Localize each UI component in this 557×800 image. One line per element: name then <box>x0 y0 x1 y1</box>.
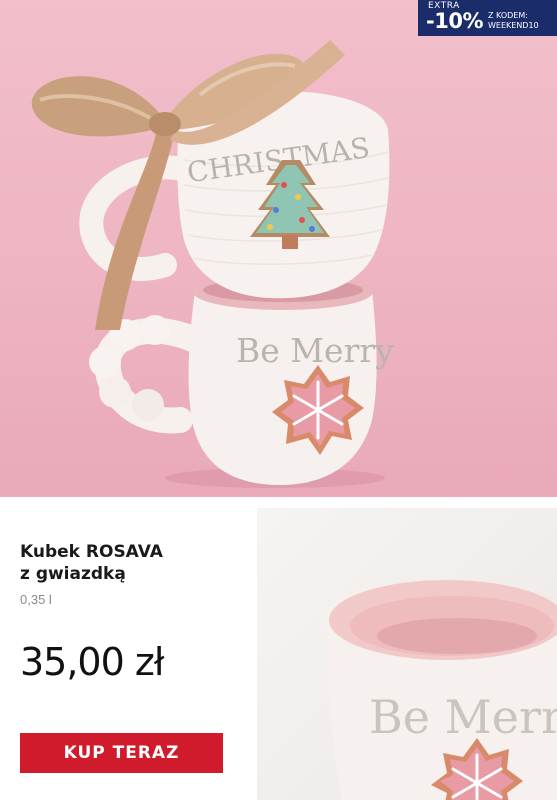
promo-banner[interactable]: EXTRA -10% Z KODEM: WEEKEND10 <box>418 0 557 36</box>
promo-code: WEEKEND10 <box>488 21 539 30</box>
product-title[interactable]: Kubek ROSAVA z gwiazdką <box>20 541 240 585</box>
promo-code-label: Z KODEM: <box>488 11 528 20</box>
promo-discount: -10% <box>426 9 483 33</box>
product-info-panel: Kubek ROSAVA z gwiazdką 0,35 l 35,00 zł … <box>0 497 257 800</box>
stacked-mugs-illustration: Be Merry CHRISTMAS <box>31 40 394 488</box>
product-price: 35,00 zł <box>20 640 165 684</box>
buy-now-button[interactable]: KUP TERAZ <box>20 733 223 773</box>
detail-mug-text: Be Merry <box>369 690 557 744</box>
product-title-line1: Kubek ROSAVA <box>20 542 163 562</box>
mug-bottom-text: Be Merry <box>236 331 394 370</box>
mug-closeup-illustration: Be Merry <box>326 580 557 800</box>
hero-product-image: Be Merry CHRISTMAS EXTRA -10% Z KODEM: W… <box>0 0 557 497</box>
product-detail-image: Be Merry <box>257 508 557 800</box>
product-title-line2: z gwiazdką <box>20 564 126 584</box>
product-volume: 0,35 l <box>20 592 52 607</box>
